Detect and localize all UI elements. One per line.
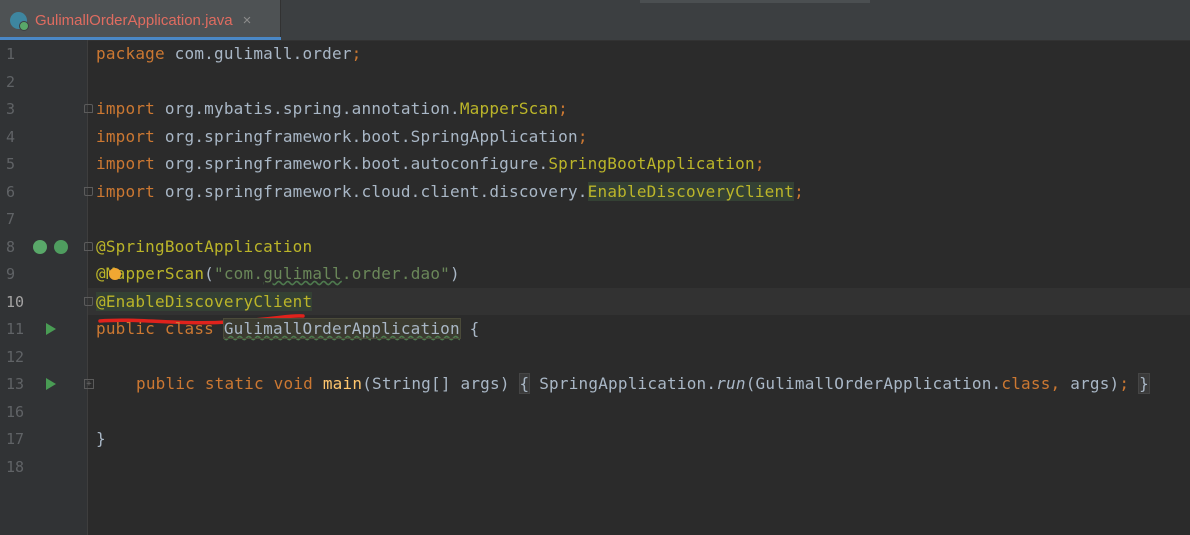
paren: )	[450, 264, 460, 283]
fold-icon[interactable]	[84, 297, 93, 306]
keyword: import	[96, 127, 155, 146]
keyword: package	[96, 44, 165, 63]
import-package: org.springframework.cloud.client.discove…	[155, 182, 588, 201]
line-number: 9	[6, 265, 16, 283]
line-number-current: 10	[6, 293, 25, 311]
code-line[interactable]: @EnableDiscoveryClient	[96, 291, 313, 313]
keyword: import	[96, 182, 155, 201]
folded-brace-close[interactable]: }	[1138, 373, 1150, 394]
string-literal: .order.dao"	[341, 264, 451, 283]
java-class-icon	[10, 11, 29, 31]
line-number: 4	[6, 128, 16, 146]
import-package: org.springframework.boot.SpringApplicati…	[155, 127, 578, 146]
annotation: @EnableDiscoveryClient	[96, 292, 313, 311]
import-package: org.springframework.boot.autoconfigure.	[155, 154, 549, 173]
string-literal: "com.	[214, 264, 264, 283]
brace: {	[459, 319, 480, 338]
keyword: class	[1001, 374, 1051, 393]
fold-icon[interactable]	[84, 104, 93, 113]
line-number: 5	[6, 155, 16, 173]
call: SpringApplication.	[529, 374, 717, 393]
bean-navigation-icon[interactable]	[54, 240, 68, 254]
line-number: 11	[6, 320, 25, 338]
semicolon: ;	[577, 127, 588, 146]
line-number: 1	[6, 45, 16, 63]
code-line[interactable]: @SpringBootApplication	[96, 236, 312, 258]
method-name: main	[322, 374, 363, 393]
line-number: 13	[6, 375, 25, 393]
line-number: 16	[6, 403, 25, 421]
semicolon: ;	[794, 182, 804, 201]
code-line[interactable]: @MapperScan("com.gulimall.order.dao")	[96, 263, 460, 285]
string-literal-typo: gulimall	[263, 264, 342, 283]
method-call: run	[716, 374, 746, 393]
keyword: import	[96, 99, 155, 118]
line-number: 2	[6, 73, 16, 91]
import-class: MapperScan	[459, 99, 559, 118]
line-number: 6	[6, 183, 16, 201]
code-line[interactable]: public class GulimallOrderApplication {	[96, 318, 480, 340]
keyword: public class	[96, 319, 214, 338]
horizontal-scrollbar[interactable]	[640, 0, 870, 3]
paren: (	[204, 264, 215, 283]
annotation-at: @	[96, 264, 106, 283]
code-line[interactable]: import org.mybatis.spring.annotation.Map…	[96, 98, 568, 120]
semicolon: ;	[754, 154, 765, 173]
tab-title: GulimallOrderApplication.java	[35, 11, 233, 29]
params: (String[] args)	[362, 374, 510, 393]
run-icon[interactable]	[46, 323, 56, 335]
line-number: 12	[6, 348, 25, 366]
code-line[interactable]: package com.gulimall.order;	[96, 43, 362, 65]
code-line[interactable]: public static void main(String[] args) {…	[136, 373, 1150, 395]
args: args)	[1060, 374, 1120, 393]
code-line[interactable]: import org.springframework.cloud.client.…	[96, 181, 804, 203]
semicolon: ;	[351, 44, 362, 63]
keyword: public static void	[136, 374, 313, 393]
import-class: SpringBootApplication	[548, 154, 755, 173]
annotation: @SpringBootApplication	[96, 237, 313, 256]
close-icon[interactable]: ×	[243, 12, 252, 29]
line-number: 7	[6, 210, 16, 228]
code-line[interactable]: }	[96, 428, 106, 450]
editor-tab-bar: GulimallOrderApplication.java ×	[0, 0, 1190, 41]
semicolon: ;	[1119, 374, 1130, 393]
line-number: 17	[6, 430, 25, 448]
call: (GulimallOrderApplication.	[745, 374, 1002, 393]
import-class: EnableDiscoveryClient	[587, 182, 795, 201]
bean-icon[interactable]	[33, 240, 47, 254]
folded-brace-open[interactable]: {	[518, 373, 531, 394]
comma: ,	[1050, 374, 1061, 393]
code-line[interactable]: import org.springframework.boot.autoconf…	[96, 153, 765, 175]
fold-icon[interactable]	[84, 242, 93, 251]
file-tab[interactable]: GulimallOrderApplication.java ×	[0, 0, 281, 40]
fold-icon[interactable]	[84, 187, 93, 196]
import-package: org.mybatis.spring.annotation.	[155, 99, 460, 118]
bulb-icon[interactable]	[109, 268, 121, 280]
line-number: 8	[6, 238, 16, 256]
semicolon: ;	[558, 99, 568, 118]
line-number: 18	[6, 458, 25, 476]
line-number: 3	[6, 100, 16, 118]
code-line[interactable]: import org.springframework.boot.SpringAp…	[96, 126, 588, 148]
brace: }	[96, 429, 106, 448]
run-icon[interactable]	[46, 378, 56, 390]
package-name: com.gulimall.order	[164, 44, 352, 63]
keyword: import	[96, 154, 155, 173]
fold-expand-icon[interactable]: +	[84, 379, 94, 389]
class-name: GulimallOrderApplication	[222, 318, 461, 339]
